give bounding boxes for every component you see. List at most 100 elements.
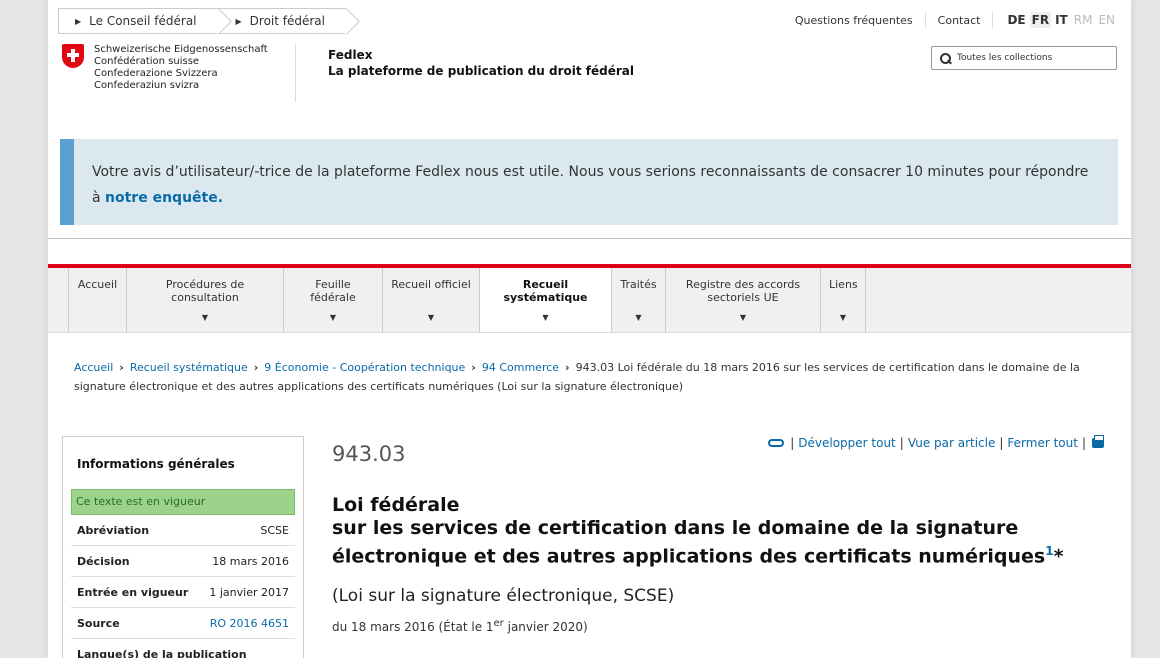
separator: | [999, 436, 1004, 450]
divider [48, 238, 1131, 239]
chevron-down-icon: ▼ [201, 313, 209, 322]
logo-line: Confederazione Svizzera [94, 68, 218, 79]
chevron-down-icon: ▼ [739, 313, 747, 322]
nav-item-federal-gazette[interactable]: Feuille fédérale ▼ [284, 268, 383, 332]
status-badge: Ce texte est en vigueur [71, 489, 295, 515]
info-sidebar: Informations générales Ce texte est en v… [62, 436, 304, 658]
asterisk: * [1053, 545, 1064, 568]
law-title-text: sur les services de certification dans l… [332, 517, 1046, 568]
site-tagline: La plateforme de publication du droit fé… [328, 64, 634, 78]
nav-item-links[interactable]: Liens ▼ [821, 268, 866, 332]
survey-link[interactable]: notre enquête. [105, 190, 223, 206]
source-link[interactable]: RO 2016 4651 [210, 617, 289, 630]
chevron-right-icon: › [253, 361, 259, 374]
chevron-down-icon: ▼ [427, 313, 435, 322]
site-name: Fedlex [328, 48, 373, 62]
search-placeholder: Toutes les collections [957, 53, 1053, 63]
separator: | [790, 436, 795, 450]
breadcrumb-category[interactable]: 9 Économie - Coopération technique [264, 361, 465, 374]
date-sup: er [493, 618, 504, 630]
breadcrumb-rs[interactable]: Recueil systématique [130, 361, 248, 374]
info-row-languages: Langue(s) de la publication [71, 639, 295, 658]
faq-link[interactable]: Questions fréquentes [795, 14, 913, 27]
nav-label: Registre des accords sectoriels UE [685, 278, 801, 304]
top-breadcrumb: ▶ Le Conseil fédéral ▶ Droit fédéral [58, 8, 347, 34]
law-content: 943.03 | Développer tout | Vue par artic… [332, 430, 1112, 634]
link-icon[interactable] [768, 439, 785, 447]
chevron-right-icon: › [119, 361, 124, 374]
info-row-source: Source RO 2016 4651 [71, 608, 295, 639]
nav-label: Accueil [77, 278, 118, 291]
confederation-logo[interactable]: Schweizerische Eidgenossenschaft Confédé… [62, 44, 268, 92]
top-crumb-federal-law[interactable]: ▶ Droit fédéral [218, 8, 347, 34]
top-crumb-label: Droit fédéral [249, 14, 325, 28]
chevron-right-icon: › [471, 361, 476, 374]
main-nav: Accueil Procédures de consultation ▼ Feui… [48, 268, 1131, 333]
lang-fr[interactable]: FR [1029, 12, 1052, 28]
top-crumb-federal-council[interactable]: ▶ Le Conseil fédéral [58, 8, 219, 34]
info-row-abbreviation: Abréviation SCSE [71, 515, 295, 546]
date-text: du 18 mars 2016 (État le 1 [332, 620, 494, 635]
chevron-down-icon: ▼ [329, 313, 337, 322]
law-date: du 18 mars 2016 (État le 1er janvier 202… [332, 618, 1112, 634]
triangle-right-icon: ▶ [75, 16, 82, 26]
info-key: Source [77, 616, 120, 630]
law-short-title: (Loi sur la signature électronique, SCSE… [332, 586, 675, 607]
expand-all-link[interactable]: Développer tout [798, 436, 896, 450]
info-row-decision: Décision 18 mars 2016 [71, 546, 295, 577]
per-article-link[interactable]: Vue par article [908, 436, 996, 450]
breadcrumb-subcategory[interactable]: 94 Commerce [482, 361, 559, 374]
lang-de[interactable]: DE [1005, 12, 1027, 28]
language-switcher: DE FR IT RM EN [1005, 12, 1117, 28]
chevron-down-icon: ▼ [839, 313, 847, 322]
survey-notice: Votre avis d’utilisateur/-trice de la pl… [60, 139, 1118, 225]
logo-line: Confederaziun svizra [94, 80, 200, 91]
chevron-right-icon: › [565, 361, 570, 374]
breadcrumb: Accueil › Recueil systématique › 9 Économie … [74, 358, 1114, 396]
top-links: Questions fréquentes Contact DE FR IT RM… [795, 12, 1117, 28]
breadcrumb-home[interactable]: Accueil [74, 361, 113, 374]
divider [295, 44, 296, 102]
logo-line: Schweizerische Eidgenossenschaft [94, 44, 268, 55]
chevron-down-icon: ▼ [635, 313, 642, 322]
lang-rm[interactable]: RM [1072, 12, 1095, 28]
info-value: SCSE [260, 523, 289, 537]
nav-item-consultation[interactable]: Procédures de consultation ▼ [127, 268, 284, 332]
nav-item-classified-compilation[interactable]: Recueil systématique ▼ [480, 268, 612, 332]
search-input[interactable]: Toutes les collections [931, 46, 1117, 70]
nav-label: Recueil officiel [391, 278, 471, 291]
separator: | [899, 436, 904, 450]
footnote-link[interactable]: 1 [1045, 544, 1053, 558]
nav-label: Feuille fédérale [310, 278, 356, 304]
search-icon [940, 52, 951, 64]
sidebar-title: Informations générales [77, 457, 235, 471]
info-key: Décision [77, 554, 130, 568]
info-key: Abréviation [77, 523, 150, 537]
info-key: Langue(s) de la publication [77, 647, 247, 658]
info-value: 18 mars 2016 [212, 554, 289, 568]
close-all-link[interactable]: Fermer tout [1007, 436, 1078, 450]
page: ▶ Le Conseil fédéral ▶ Droit fédéral Quest… [48, 0, 1131, 658]
top-crumb-label: Le Conseil fédéral [89, 14, 197, 28]
divider [992, 12, 994, 28]
law-title: Loi fédérale sur les services de certifi… [332, 494, 1112, 568]
date-text: janvier 2020) [503, 620, 588, 635]
logo-text: Schweizerische Eidgenossenschaft Confédé… [94, 44, 268, 92]
info-key: Entrée en vigueur [77, 585, 189, 599]
law-title-line: sur les services de certification dans l… [332, 517, 1112, 568]
lang-en[interactable]: EN [1096, 12, 1117, 28]
lang-it[interactable]: IT [1053, 12, 1070, 28]
nav-item-treaties[interactable]: Traités ▼ [612, 268, 666, 332]
info-row-entry-into-force: Entrée en vigueur 1 janvier 2017 [71, 577, 295, 608]
nav-label: Traités [620, 278, 657, 291]
divider [924, 12, 926, 28]
nav-item-eu-agreements[interactable]: Registre des accords sectoriels UE ▼ [666, 268, 821, 332]
contact-link[interactable]: Contact [938, 14, 981, 27]
notice-text: Votre avis d’utilisateur/-trice de la pl… [92, 164, 1089, 206]
print-icon[interactable] [1092, 435, 1104, 448]
site-title[interactable]: Fedlex La plateforme de publication du d… [328, 47, 634, 79]
nav-label: Recueil systématique [503, 278, 588, 304]
triangle-right-icon: ▶ [235, 16, 242, 26]
nav-item-official-compilation[interactable]: Recueil officiel ▼ [383, 268, 480, 332]
nav-item-home[interactable]: Accueil [68, 268, 127, 332]
